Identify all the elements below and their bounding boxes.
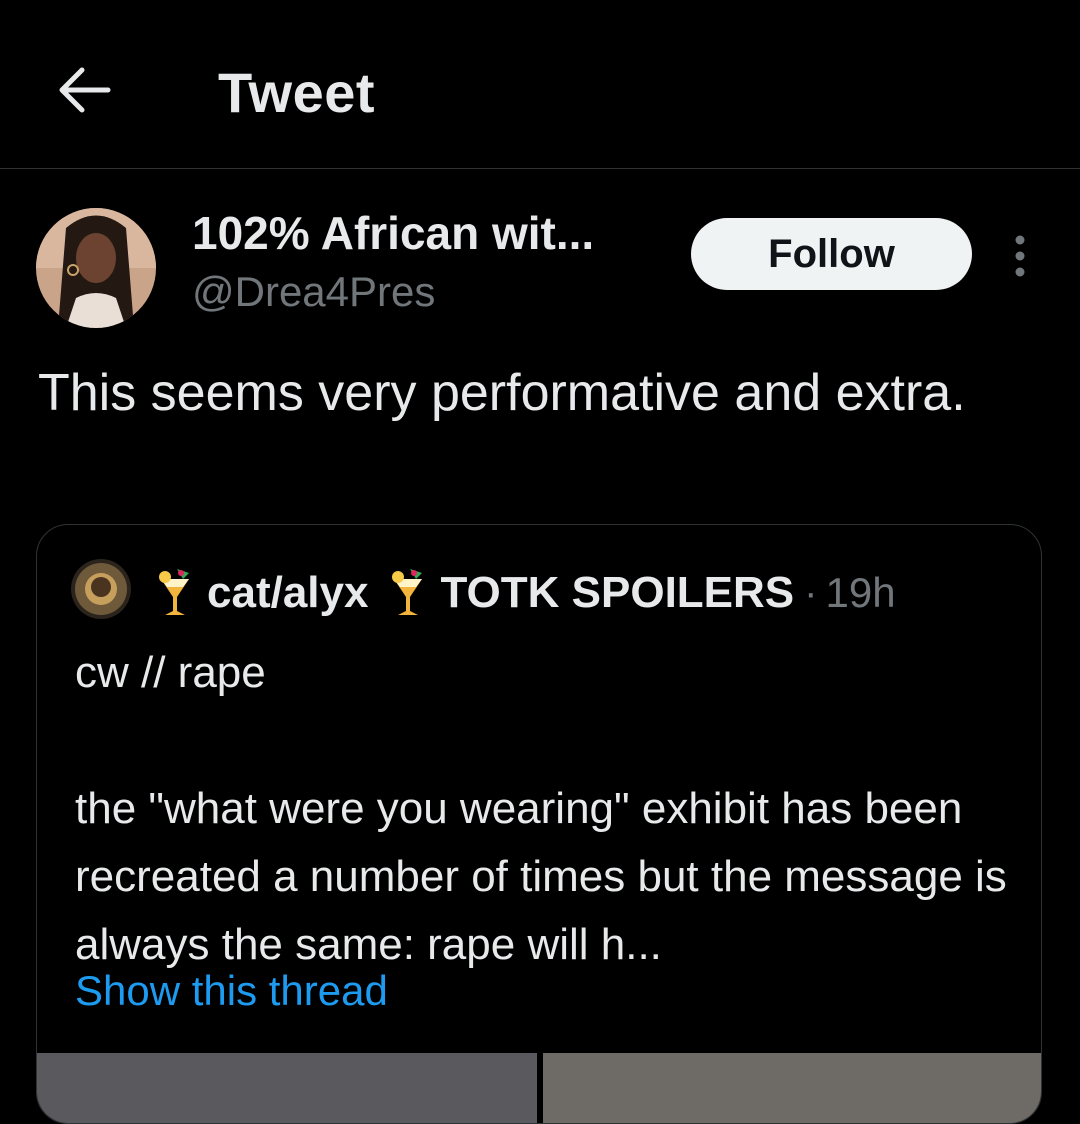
author-handle[interactable]: @Drea4Pres <box>192 268 435 316</box>
more-vertical-icon <box>1015 235 1025 277</box>
more-options-button[interactable] <box>1000 228 1040 284</box>
arrow-left-icon <box>59 67 111 113</box>
show-thread-link[interactable]: Show this thread <box>75 967 388 1015</box>
quote-author-name-suffix[interactable]: TOTK SPOILERS <box>440 568 794 618</box>
quote-avatar-image <box>71 559 131 619</box>
tweet-text: This seems very performative and extra. <box>38 364 966 422</box>
back-button[interactable] <box>52 58 116 122</box>
quote-timestamp[interactable]: 19h <box>825 569 895 617</box>
author-avatar[interactable] <box>36 208 156 328</box>
follow-button[interactable]: Follow <box>691 218 972 290</box>
quote-media[interactable] <box>37 1053 1041 1123</box>
quote-separator: · <box>804 570 818 615</box>
avatar-image <box>36 208 156 328</box>
quote-media-image[interactable] <box>543 1053 1041 1123</box>
tropical-drink-emoji <box>155 565 195 621</box>
top-bar: Tweet <box>0 0 1080 169</box>
author-display-name[interactable]: 102% African wit... <box>192 206 594 260</box>
quote-author-name[interactable]: cat/alyx <box>207 568 368 618</box>
page-title: Tweet <box>218 61 376 124</box>
quote-body-line: the "what were you wearing" exhibit has … <box>75 784 1007 969</box>
tropical-drink-emoji <box>388 565 428 621</box>
quoted-tweet[interactable]: cat/alyx TOTK SPOILERS · 19h cw // rape … <box>36 524 1042 1124</box>
quote-body-spacer <box>75 707 1025 775</box>
quote-body-line: cw // rape <box>75 648 266 697</box>
quote-body: cw // rape the "what were you wearing" e… <box>75 639 1025 979</box>
quote-media-image[interactable] <box>37 1053 537 1123</box>
quote-avatar[interactable] <box>71 559 131 619</box>
quote-header: cat/alyx TOTK SPOILERS · 19h <box>155 563 896 623</box>
